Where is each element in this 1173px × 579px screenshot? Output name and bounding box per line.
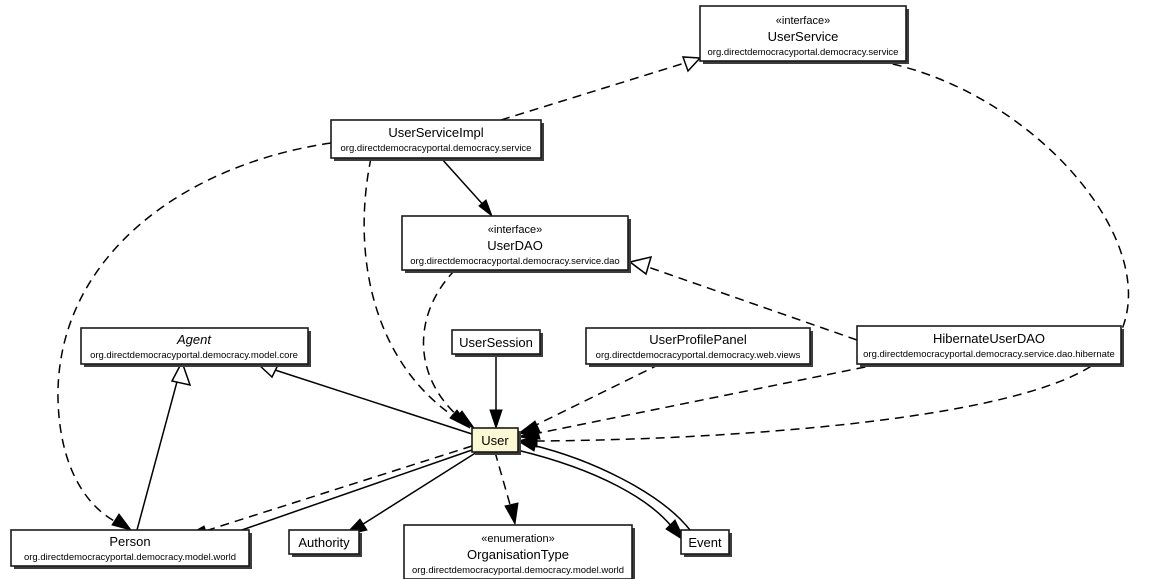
node-hibernateuserdao-package: org.directdemocracyportal.democracy.serv… — [863, 349, 1115, 360]
node-userdao[interactable]: «interface» UserDAO org.directdemocracyp… — [401, 215, 631, 273]
edge-userserviceimpl-to-userservice — [500, 56, 702, 121]
node-userservice[interactable]: «interface» UserService org.directdemocr… — [699, 5, 909, 64]
node-agent[interactable]: Agent org.directdemocracyportal.democrac… — [80, 327, 311, 367]
node-event[interactable]: Event — [680, 529, 732, 557]
node-organisationtype-stereotype: «enumeration» — [481, 533, 554, 545]
edge-layer: UserDAO (solid, filled arrow) --> User ( — [57, 56, 1130, 546]
edge-usersession-to-user — [489, 354, 503, 430]
node-event-name: Event — [688, 535, 722, 550]
node-organisationtype-package: org.directdemocracyportal.democracy.mode… — [412, 565, 624, 576]
node-userservice-name: UserService — [768, 29, 839, 44]
edge-person-to-agent — [136, 360, 192, 531]
node-authority[interactable]: Authority — [288, 529, 362, 557]
node-userserviceimpl[interactable]: UserServiceImpl org.directdemocracyporta… — [330, 119, 544, 161]
node-usersession-name: UserSession — [459, 335, 533, 350]
edge-user-to-authority — [343, 451, 478, 536]
node-hibernateuserdao[interactable]: HibernateUserDAO org.directdemocracyport… — [856, 325, 1124, 367]
node-userdao-stereotype: «interface» — [488, 224, 542, 236]
node-userdao-name: UserDAO — [487, 238, 543, 253]
node-user[interactable]: User — [471, 427, 521, 455]
edge-userprofilepanel-to-user — [516, 363, 661, 435]
node-userservice-stereotype: «interface» — [776, 15, 830, 27]
node-usersession[interactable]: UserSession — [451, 329, 543, 357]
node-userprofilepanel-package: org.directdemocracyportal.democracy.web.… — [596, 350, 801, 361]
uml-class-diagram: UserDAO (solid, filled arrow) --> User ( — [0, 0, 1173, 579]
node-person[interactable]: Person org.directdemocracyportal.democra… — [10, 529, 252, 569]
node-organisationtype[interactable]: «enumeration» OrganisationType org.direc… — [403, 524, 635, 579]
node-person-package: org.directdemocracyportal.democracy.mode… — [24, 552, 236, 563]
node-hibernateuserdao-name: HibernateUserDAO — [933, 331, 1045, 346]
node-agent-package: org.directdemocracyportal.democracy.mode… — [90, 350, 298, 361]
edge-userserviceimpl-to-user — [363, 157, 471, 429]
node-userserviceimpl-package: org.directdemocracyportal.democracy.serv… — [341, 143, 532, 154]
edge-userserviceimpl-to-userdao — [440, 157, 494, 218]
node-person-name: Person — [109, 534, 150, 549]
node-organisationtype-name: OrganisationType — [467, 547, 569, 562]
node-user-name: User — [481, 433, 509, 448]
edge-user-to-organisationtype — [494, 451, 519, 526]
edge-hibernateuserdao-to-user — [517, 363, 881, 440]
node-userdao-package: org.directdemocracyportal.democracy.serv… — [410, 256, 619, 267]
node-userprofilepanel-name: UserProfilePanel — [649, 332, 747, 347]
node-userserviceimpl-name: UserServiceImpl — [388, 125, 483, 140]
edge-event-to-user — [516, 438, 691, 531]
node-layer: «interface» UserService org.directdemocr… — [10, 5, 1124, 579]
node-agent-name: Agent — [176, 332, 212, 347]
diagram-canvas: UserDAO (solid, filled arrow) --> User ( — [10, 5, 1130, 579]
node-userservice-package: org.directdemocracyportal.democracy.serv… — [708, 47, 899, 58]
edge-user-to-agent — [256, 360, 473, 435]
node-userprofilepanel[interactable]: UserProfilePanel org.directdemocracyport… — [585, 327, 813, 367]
node-authority-name: Authority — [298, 535, 350, 550]
